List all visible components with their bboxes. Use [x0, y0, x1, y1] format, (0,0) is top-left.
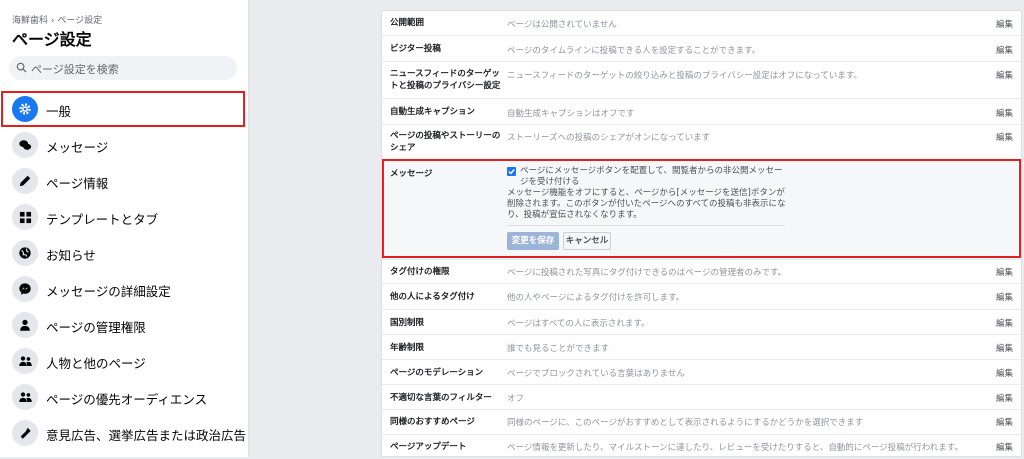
sidebar-item-label: メッセージの詳細設定 [46, 284, 171, 299]
setting-description: ページ情報を更新したり、マイルストーンに達したり、レビューを受けたりすると、自動… [507, 443, 963, 453]
setting-label: 自動生成キャプション [390, 107, 476, 117]
setting-description: ストーリーズへの投稿のシェアがオンになっています [507, 133, 711, 143]
edit-link[interactable]: 編集 [996, 107, 1013, 119]
setting-description: ページでブロックされている言葉はありません [507, 369, 685, 379]
settings-row[interactable]: 公開範囲 ページは公開されていません 編集 [382, 11, 1021, 36]
settings-row[interactable]: ページの投稿やストーリーのシェア ストーリーズへの投稿のシェアがオンになっていま… [382, 125, 1021, 162]
settings-row[interactable]: タグ付けの権限 ページに投稿された写真にタグ付けできるのはページの管理者のみです… [382, 260, 1021, 284]
edit-link[interactable]: 編集 [996, 392, 1013, 404]
sidebar-item-label: ページ情報 [46, 176, 109, 191]
highlight-frame [1, 91, 245, 127]
edit-link[interactable]: 編集 [996, 69, 1013, 81]
sidebar-item-label: お知らせ [46, 248, 96, 263]
settings-row[interactable]: 自動生成キャプション 自動生成キャプションはオフです 編集 [382, 99, 1021, 125]
search-input[interactable]: ページ設定を検索 [9, 56, 237, 80]
edit-link[interactable]: 編集 [996, 266, 1013, 278]
pencil-icon [12, 168, 38, 194]
person-icon [12, 312, 38, 338]
setting-label: 国別制限 [390, 318, 425, 328]
page-title: ページ設定 [12, 30, 92, 49]
breadcrumb[interactable]: 海鮮歯科 › ページ設定 [12, 13, 102, 26]
sidebar-item-page-info[interactable]: ページ情報 [4, 164, 244, 198]
setting-description: 誰でも見ることができます [507, 344, 610, 354]
setting-description: 同様のページに、このページがおすすめとして表示されるようにするかどうかを選択でき… [507, 418, 864, 428]
setting-label: 年齢制限 [390, 343, 425, 353]
setting-description: ページに投稿された写真にタグ付けできるのはページの管理者のみです。 [507, 268, 787, 278]
setting-label: 不適切な言葉のフィルター [390, 393, 492, 403]
sidebar-item-label: テンプレートとタブ [46, 212, 159, 227]
sidebar-item-templates-tabs[interactable]: テンプレートとタブ [4, 200, 244, 234]
grid-icon [12, 204, 38, 230]
sidebar-item-label: 意見広告、選挙広告または政治広告 [46, 428, 247, 443]
setting-description: ニュースフィードのターゲットの絞り込みと投稿のプライバシー設定はオフになっていま… [507, 71, 862, 81]
setting-description: ページのタイムラインに投稿できる人を設定することができます。 [507, 46, 761, 56]
edit-link[interactable]: 編集 [996, 342, 1013, 354]
setting-label: ニュースフィードのターゲットと投稿のプライバシー設定 [390, 69, 501, 91]
settings-row[interactable]: ページアップデート ページ情報を更新したり、マイルストーンに達したり、レビューを… [382, 435, 1021, 459]
edit-link[interactable]: 編集 [996, 317, 1013, 329]
sidebar-item-label: 人物と他のページ [46, 356, 146, 371]
people-icon [12, 384, 38, 410]
sidebar-item-preferred-audience[interactable]: ページの優先オーディエンス [4, 380, 244, 414]
globe-icon [12, 240, 38, 266]
setting-label: 他の人によるタグ付け [390, 292, 475, 302]
setting-label: 同様のおすすめページ [390, 417, 475, 427]
sidebar-item-political-ads[interactable]: 意見広告、選挙広告または政治広告 [4, 416, 247, 450]
setting-description: オフ [507, 394, 525, 404]
setting-description: 自動生成キャプションはオフです [507, 109, 635, 119]
setting-label: ページの投稿やストーリーのシェア [390, 131, 501, 153]
people-icon [12, 348, 38, 374]
settings-row[interactable]: ビジター投稿 ページのタイムラインに投稿できる人を設定することができます。 編集 [382, 36, 1021, 62]
setting-description: 他の人やページによるタグ付けを許可します。 [507, 293, 685, 303]
edit-link[interactable]: 編集 [996, 416, 1013, 428]
edit-link[interactable]: 編集 [996, 131, 1013, 143]
settings-row[interactable]: 年齢制限 誰でも見ることができます 編集 [382, 335, 1021, 360]
sidebar-item-label: メッセージ [46, 140, 109, 155]
highlight-frame [382, 159, 1021, 258]
megaphone-icon [12, 420, 38, 446]
search-placeholder: ページ設定を検索 [31, 63, 119, 76]
settings-row[interactable]: 国別制限 ページはすべての人に表示されます。 編集 [382, 310, 1021, 335]
setting-description: ページはすべての人に表示されます。 [507, 319, 650, 329]
search-icon [16, 62, 27, 73]
settings-row[interactable]: 不適切な言葉のフィルター オフ 編集 [382, 385, 1021, 410]
sidebar-item-messages[interactable]: メッセージ [4, 128, 244, 162]
sidebar-item-label: ページの管理権限 [46, 320, 146, 335]
sidebar-item-label: ページの優先オーディエンス [46, 392, 208, 407]
edit-link[interactable]: 編集 [996, 441, 1013, 453]
setting-label: 公開範囲 [390, 18, 425, 28]
setting-label: ページアップデート [390, 442, 467, 452]
setting-label: ビジター投稿 [390, 44, 441, 54]
edit-link[interactable]: 編集 [996, 291, 1013, 303]
sidebar-item-advanced-messaging[interactable]: メッセージの詳細設定 [4, 272, 244, 306]
chat-icon [12, 132, 38, 158]
settings-row[interactable]: 同様のおすすめページ 同様のページに、このページがおすすめとして表示されるように… [382, 410, 1021, 435]
setting-description: ページは公開されていません [507, 20, 617, 30]
edit-link[interactable]: 編集 [996, 18, 1013, 30]
edit-link[interactable]: 編集 [996, 367, 1013, 379]
sidebar: 海鮮歯科 › ページ設定 ページ設定 ページ設定を検索 一般 メッセージ ページ… [0, 0, 249, 457]
sidebar-item-notifications[interactable]: お知らせ [4, 236, 244, 270]
settings-row[interactable]: ページのモデレーション ページでブロックされている言葉はありません 編集 [382, 360, 1021, 385]
sidebar-item-page-roles[interactable]: ページの管理権限 [4, 308, 244, 342]
settings-row[interactable]: ニュースフィードのターゲットと投稿のプライバシー設定 ニュースフィードのターゲッ… [382, 62, 1021, 99]
setting-label: ページのモデレーション [390, 368, 484, 378]
messenger-icon [12, 276, 38, 302]
setting-label: タグ付けの権限 [390, 267, 450, 277]
edit-link[interactable]: 編集 [996, 44, 1013, 56]
settings-row[interactable]: 他の人によるタグ付け 他の人やページによるタグ付けを許可します。 編集 [382, 284, 1021, 310]
sidebar-item-people-other-pages[interactable]: 人物と他のページ [4, 344, 244, 378]
